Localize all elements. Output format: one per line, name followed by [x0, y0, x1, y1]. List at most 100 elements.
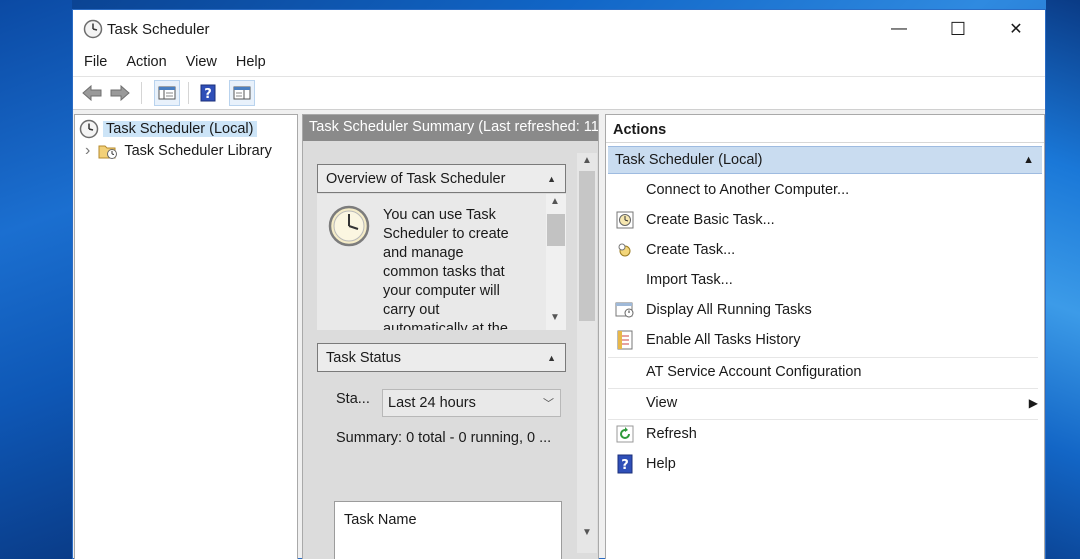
action-label: Display All Running Tasks	[646, 302, 812, 318]
toolbar: ?	[73, 77, 1045, 110]
action-create-task[interactable]: Create Task...	[608, 236, 1038, 264]
toolbar-separator	[141, 82, 142, 104]
show-hide-console-tree-icon	[158, 86, 176, 100]
svg-text:?: ?	[204, 87, 212, 102]
tree-item-label: Task Scheduler (Local)	[103, 121, 257, 137]
scroll-down-icon[interactable]: ▼	[582, 527, 592, 538]
collapse-caret-icon[interactable]: ▲	[547, 174, 556, 184]
title-bar[interactable]: Task Scheduler — ☐ ✕	[73, 10, 1045, 48]
action-help[interactable]: ? Help	[608, 450, 1038, 478]
scroll-down-icon[interactable]: ▼	[550, 312, 560, 323]
menu-bar: File Action View Help	[73, 48, 1045, 77]
status-summary-text: Summary: 0 total - 0 running, 0 ...	[336, 430, 552, 446]
window-title: Task Scheduler	[107, 20, 210, 38]
status-filter-label: Sta...	[336, 391, 370, 407]
menu-action[interactable]: Action	[126, 54, 166, 70]
console-tree: Task Scheduler (Local) › Task Scheduler …	[74, 114, 298, 559]
show-hide-action-pane-button[interactable]	[229, 80, 255, 106]
expand-chevron-icon[interactable]: ›	[85, 142, 90, 160]
action-label: Help	[646, 456, 676, 472]
task-status-section-header[interactable]: Task Status ▲	[317, 343, 566, 372]
desktop-background-left	[0, 0, 72, 559]
overview-line: and manage	[383, 245, 464, 261]
action-label: Connect to Another Computer...	[646, 182, 850, 198]
summary-pane: Task Scheduler Summary (Last refreshed: …	[302, 114, 599, 559]
action-display-all-running-tasks[interactable]: Display All Running Tasks	[608, 296, 1038, 324]
toolbar-separator	[188, 82, 189, 104]
overview-line: Scheduler to create	[383, 226, 509, 242]
actions-group-header[interactable]: Task Scheduler (Local) ▲	[608, 146, 1042, 174]
clock-icon	[79, 119, 99, 139]
scroll-thumb[interactable]	[579, 171, 595, 321]
task-scheduler-clock-icon	[327, 204, 371, 251]
section-title: Overview of Task Scheduler	[326, 170, 506, 187]
create-task-icon	[614, 239, 636, 261]
section-title: Task Status	[326, 349, 401, 366]
chevron-down-icon: ﹀	[543, 398, 554, 410]
action-label: Create Task...	[646, 242, 736, 258]
menu-file[interactable]: File	[84, 54, 107, 70]
action-create-basic-task[interactable]: Create Basic Task...	[608, 206, 1038, 234]
task-table: Task Name	[334, 501, 562, 559]
tasks-history-icon	[614, 329, 636, 351]
minimize-icon: —	[891, 20, 907, 37]
overview-line: You can use Task	[383, 207, 496, 223]
action-view-submenu[interactable]: View ▶	[608, 388, 1038, 416]
overview-line: common tasks that	[383, 264, 505, 280]
help-button[interactable]: ?	[195, 80, 221, 106]
task-status-content: Sta... Last 24 hours ﹀ Summary: 0 total …	[317, 373, 566, 559]
scroll-up-icon[interactable]: ▲	[550, 196, 560, 207]
overview-content: You can use Task Scheduler to create and…	[317, 194, 566, 330]
menu-help[interactable]: Help	[236, 54, 266, 70]
action-import-task[interactable]: Import Task...	[608, 266, 1038, 294]
maximize-icon: ☐	[949, 18, 967, 39]
action-label: Refresh	[646, 425, 697, 442]
minimize-button[interactable]: —	[870, 10, 928, 48]
overview-line: automatically at the	[383, 321, 508, 330]
scroll-thumb[interactable]	[547, 214, 565, 246]
maximize-button[interactable]: ☐	[929, 10, 987, 48]
tree-item-task-scheduler-local[interactable]: Task Scheduler (Local)	[79, 119, 257, 139]
action-enable-all-tasks-history[interactable]: Enable All Tasks History	[608, 326, 1038, 354]
action-connect-to-another-computer[interactable]: Connect to Another Computer...	[608, 176, 1038, 204]
svg-text:?: ?	[621, 458, 629, 473]
summary-scrollbar[interactable]: ▲ ▼	[577, 153, 597, 553]
clock-icon	[83, 19, 103, 39]
forward-button[interactable]	[107, 80, 133, 106]
overview-section-header[interactable]: Overview of Task Scheduler ▲	[317, 164, 566, 193]
tree-item-task-scheduler-library[interactable]: › Task Scheduler Library	[85, 142, 272, 160]
action-refresh[interactable]: Refresh	[608, 419, 1038, 447]
collapse-caret-icon[interactable]: ▲	[547, 353, 556, 363]
overview-scrollbar[interactable]: ▲ ▼	[546, 194, 566, 330]
close-icon: ✕	[1009, 21, 1023, 38]
table-header-task-name[interactable]: Task Name	[344, 512, 417, 528]
collapse-caret-icon[interactable]: ▲	[1023, 154, 1034, 166]
action-at-service-account-configuration[interactable]: AT Service Account Configuration	[608, 357, 1038, 385]
refresh-icon	[614, 423, 636, 445]
action-label: Enable All Tasks History	[646, 332, 801, 348]
forward-arrow-icon	[110, 84, 130, 102]
overview-line: carry out	[383, 302, 440, 318]
scroll-up-icon[interactable]: ▲	[582, 155, 592, 166]
back-button[interactable]	[79, 80, 105, 106]
overview-line: your computer will	[383, 283, 500, 299]
back-arrow-icon	[82, 84, 102, 102]
show-hide-action-pane-icon	[233, 86, 251, 100]
actions-pane: Actions Task Scheduler (Local) ▲ Connect…	[605, 114, 1045, 559]
actions-title: Actions	[606, 115, 1044, 143]
actions-group-label: Task Scheduler (Local)	[615, 152, 763, 168]
tree-item-label: Task Scheduler Library	[124, 143, 272, 159]
create-basic-task-icon	[614, 209, 636, 231]
help-icon: ?	[614, 453, 636, 475]
desktop-background-right	[1046, 0, 1080, 559]
overview-text: You can use Task Scheduler to create and…	[383, 206, 509, 330]
help-icon: ?	[200, 84, 216, 102]
action-label: Create Basic Task...	[646, 212, 775, 228]
status-filter-dropdown[interactable]: Last 24 hours ﹀	[382, 389, 561, 417]
show-hide-console-tree-button[interactable]	[154, 80, 180, 106]
submenu-arrow-icon: ▶	[1028, 395, 1038, 410]
menu-view[interactable]: View	[186, 54, 217, 70]
action-label: View	[646, 394, 678, 411]
close-button[interactable]: ✕	[987, 10, 1045, 48]
folder-clock-icon	[98, 142, 118, 160]
